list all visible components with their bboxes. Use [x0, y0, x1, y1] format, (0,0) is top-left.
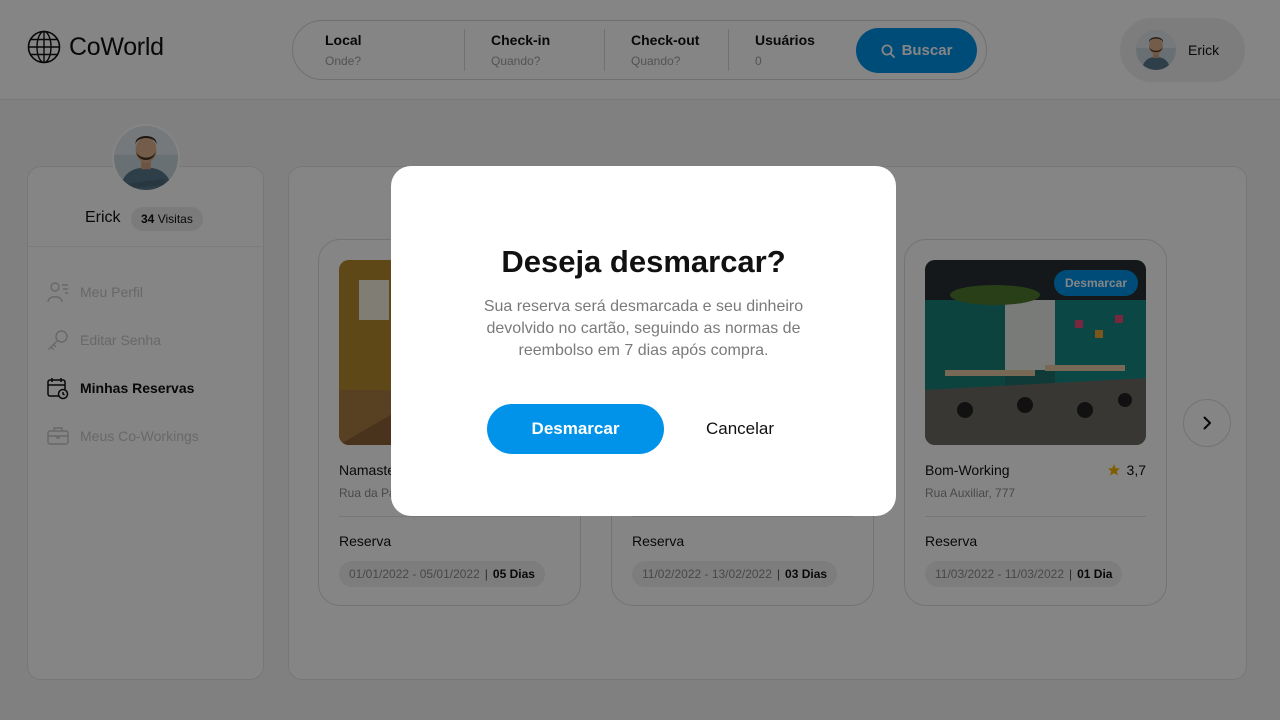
unbook-modal: Deseja desmarcar? Sua reserva será desma… — [391, 166, 896, 516]
cancel-button[interactable]: Cancelar — [691, 404, 789, 454]
modal-description: Sua reserva será desmarcada e seu dinhei… — [483, 298, 804, 359]
confirm-unbook-button[interactable]: Desmarcar — [487, 404, 664, 454]
modal-title: Deseja desmarcar? — [501, 244, 786, 279]
